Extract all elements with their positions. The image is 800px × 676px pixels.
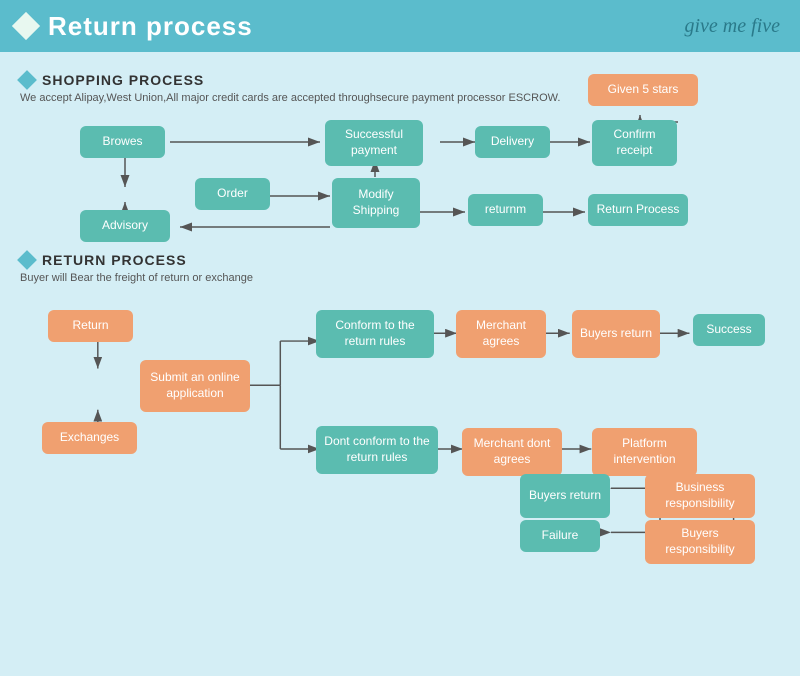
return-box: Return: [48, 310, 133, 342]
returnm-box: returnm: [468, 194, 543, 226]
browes-box: Browes: [80, 126, 165, 158]
delivery-box: Delivery: [475, 126, 550, 158]
exchanges-box: Exchanges: [42, 422, 137, 454]
return-process-box: Return Process: [588, 194, 688, 226]
page-title: Return process: [48, 11, 253, 42]
merchant-dont-box: Merchant dont agrees: [462, 428, 562, 476]
conform-rules-box: Conform to the return rules: [316, 310, 434, 358]
return-flow-diagram: Return Exchanges Submit an online applic…: [20, 292, 780, 552]
return-subtitle: Buyer will Bear the freight of return or…: [20, 272, 780, 284]
confirm-receipt-box: Confirm receipt: [592, 120, 677, 166]
order-box: Order: [195, 178, 270, 210]
return-section-header: RETURN PROCESS: [20, 252, 780, 268]
platform-intervention-box: Platform intervention: [592, 428, 697, 476]
buyers-return2-box: Buyers return: [520, 474, 610, 518]
dont-conform-box: Dont conform to the return rules: [316, 426, 438, 474]
shopping-title: SHOPPING PROCESS: [42, 72, 204, 88]
return-title: RETURN PROCESS: [42, 252, 187, 268]
business-responsibility-box: Business responsibility: [645, 474, 755, 518]
failure-box: Failure: [520, 520, 600, 552]
submit-online-box: Submit an online application: [140, 360, 250, 412]
header-diamond-icon: [12, 12, 40, 40]
successful-payment-box: Successful payment: [325, 120, 423, 166]
shopping-diamond-icon: [17, 70, 37, 90]
buyers-responsibility-box: Buyers responsibility: [645, 520, 755, 564]
return-diamond-icon: [17, 250, 37, 270]
given-5-stars-box: Given 5 stars: [588, 74, 698, 106]
header: Return process give me five: [0, 0, 800, 52]
brand-logo: give me five: [685, 15, 781, 38]
merchant-agrees-box: Merchant agrees: [456, 310, 546, 358]
main-content: SHOPPING PROCESS We accept Alipay,West U…: [0, 52, 800, 564]
success-box: Success: [693, 314, 765, 346]
buyers-return1-box: Buyers return: [572, 310, 660, 358]
modify-shipping-box: Modify Shipping: [332, 178, 420, 228]
shopping-flow-diagram: Browes Order Advisory Modify Shipping Su…: [20, 112, 780, 252]
advisory-box: Advisory: [80, 210, 170, 242]
